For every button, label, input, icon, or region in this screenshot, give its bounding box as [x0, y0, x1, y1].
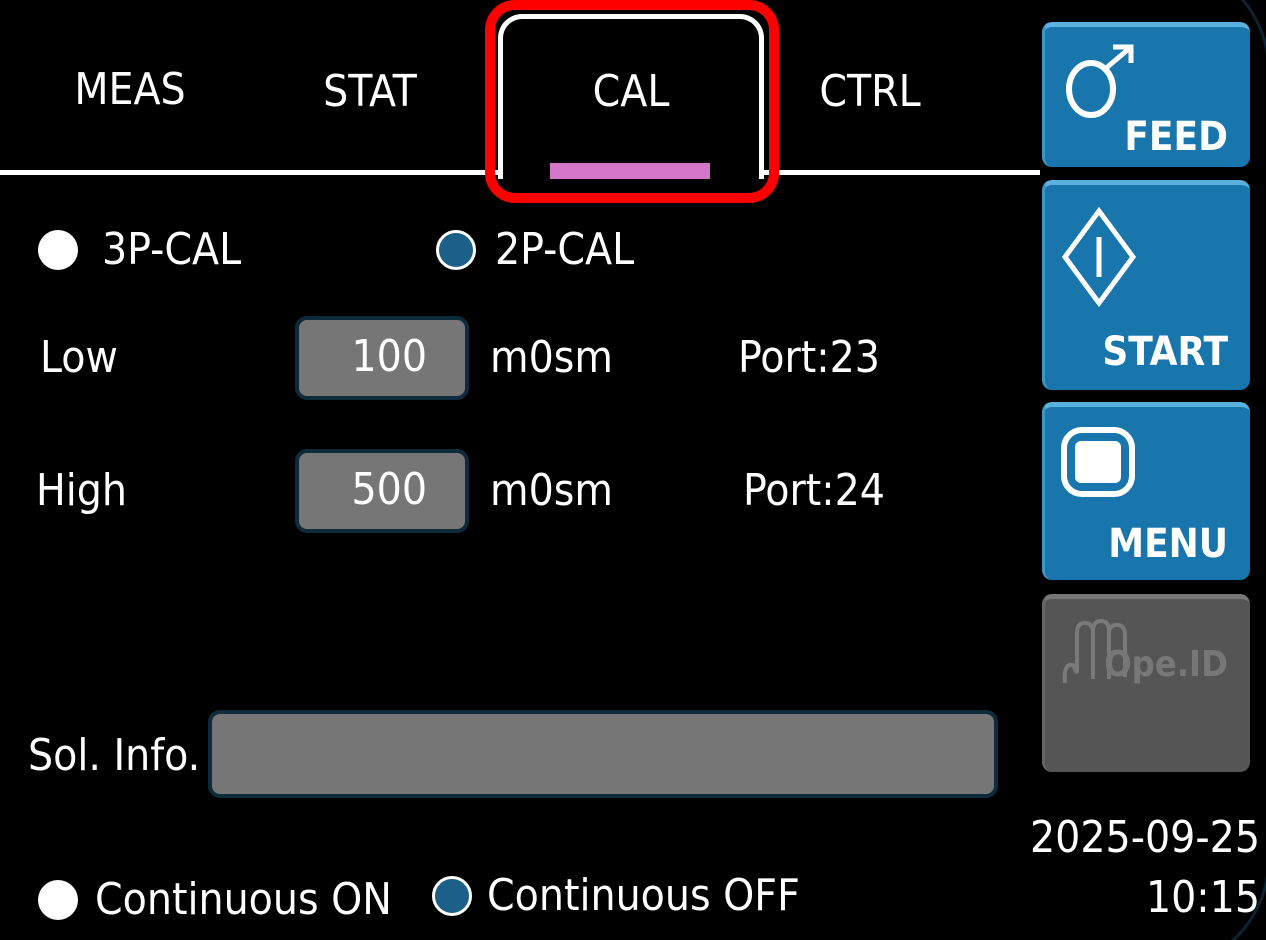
sol-info-field[interactable]	[208, 710, 998, 798]
date-display: 2025-09-25	[1029, 812, 1260, 863]
start-button[interactable]: START	[1042, 180, 1250, 390]
start-button-label: START	[1102, 329, 1228, 375]
high-port: Port:24	[743, 465, 885, 516]
high-label: High	[36, 465, 128, 516]
high-value-field[interactable]: 500	[295, 449, 469, 533]
radio-continuous-on[interactable]	[38, 880, 78, 920]
tab-ctrl[interactable]: CTRL	[800, 62, 940, 122]
tab-divider-right	[762, 170, 1040, 175]
menu-button-label: MENU	[1108, 521, 1228, 567]
ope-id-button: Ope.ID	[1042, 594, 1250, 772]
radio-2p-cal-label[interactable]: 2P-CAL	[495, 224, 634, 276]
sol-info-label: Sol. Info.	[28, 730, 201, 781]
active-tab-indicator	[550, 163, 710, 179]
tab-meas[interactable]: MEAS	[60, 60, 200, 120]
radio-3p-cal[interactable]	[38, 230, 78, 270]
start-diamond-icon	[1061, 207, 1137, 307]
low-unit: m0sm	[490, 332, 613, 383]
radio-continuous-off[interactable]	[432, 876, 472, 916]
tab-stat[interactable]: STAT	[300, 62, 440, 122]
tab-cal[interactable]: CAL	[498, 62, 764, 122]
menu-screen-icon	[1061, 427, 1135, 497]
tab-divider-left	[0, 170, 500, 175]
feed-button[interactable]: FEED	[1042, 22, 1250, 167]
radio-continuous-on-label[interactable]: Continuous ON	[95, 874, 392, 926]
low-port: Port:23	[738, 332, 880, 383]
low-label: Low	[40, 332, 118, 383]
feed-button-label: FEED	[1124, 114, 1228, 160]
radio-3p-cal-label[interactable]: 3P-CAL	[102, 224, 241, 276]
time-display: 10:15	[1145, 872, 1260, 923]
radio-continuous-off-label[interactable]: Continuous OFF	[487, 870, 800, 922]
calibration-screen: MEAS STAT CAL CTRL 3P-CAL 2P-CAL Low 100…	[0, 0, 1266, 940]
menu-button[interactable]: MENU	[1042, 402, 1250, 580]
low-value-field[interactable]: 100	[295, 316, 469, 400]
ope-id-button-label: Ope.ID	[1104, 644, 1228, 685]
radio-2p-cal[interactable]	[436, 230, 476, 270]
high-unit: m0sm	[490, 465, 613, 516]
feed-arrow-circle-icon	[1066, 44, 1134, 118]
